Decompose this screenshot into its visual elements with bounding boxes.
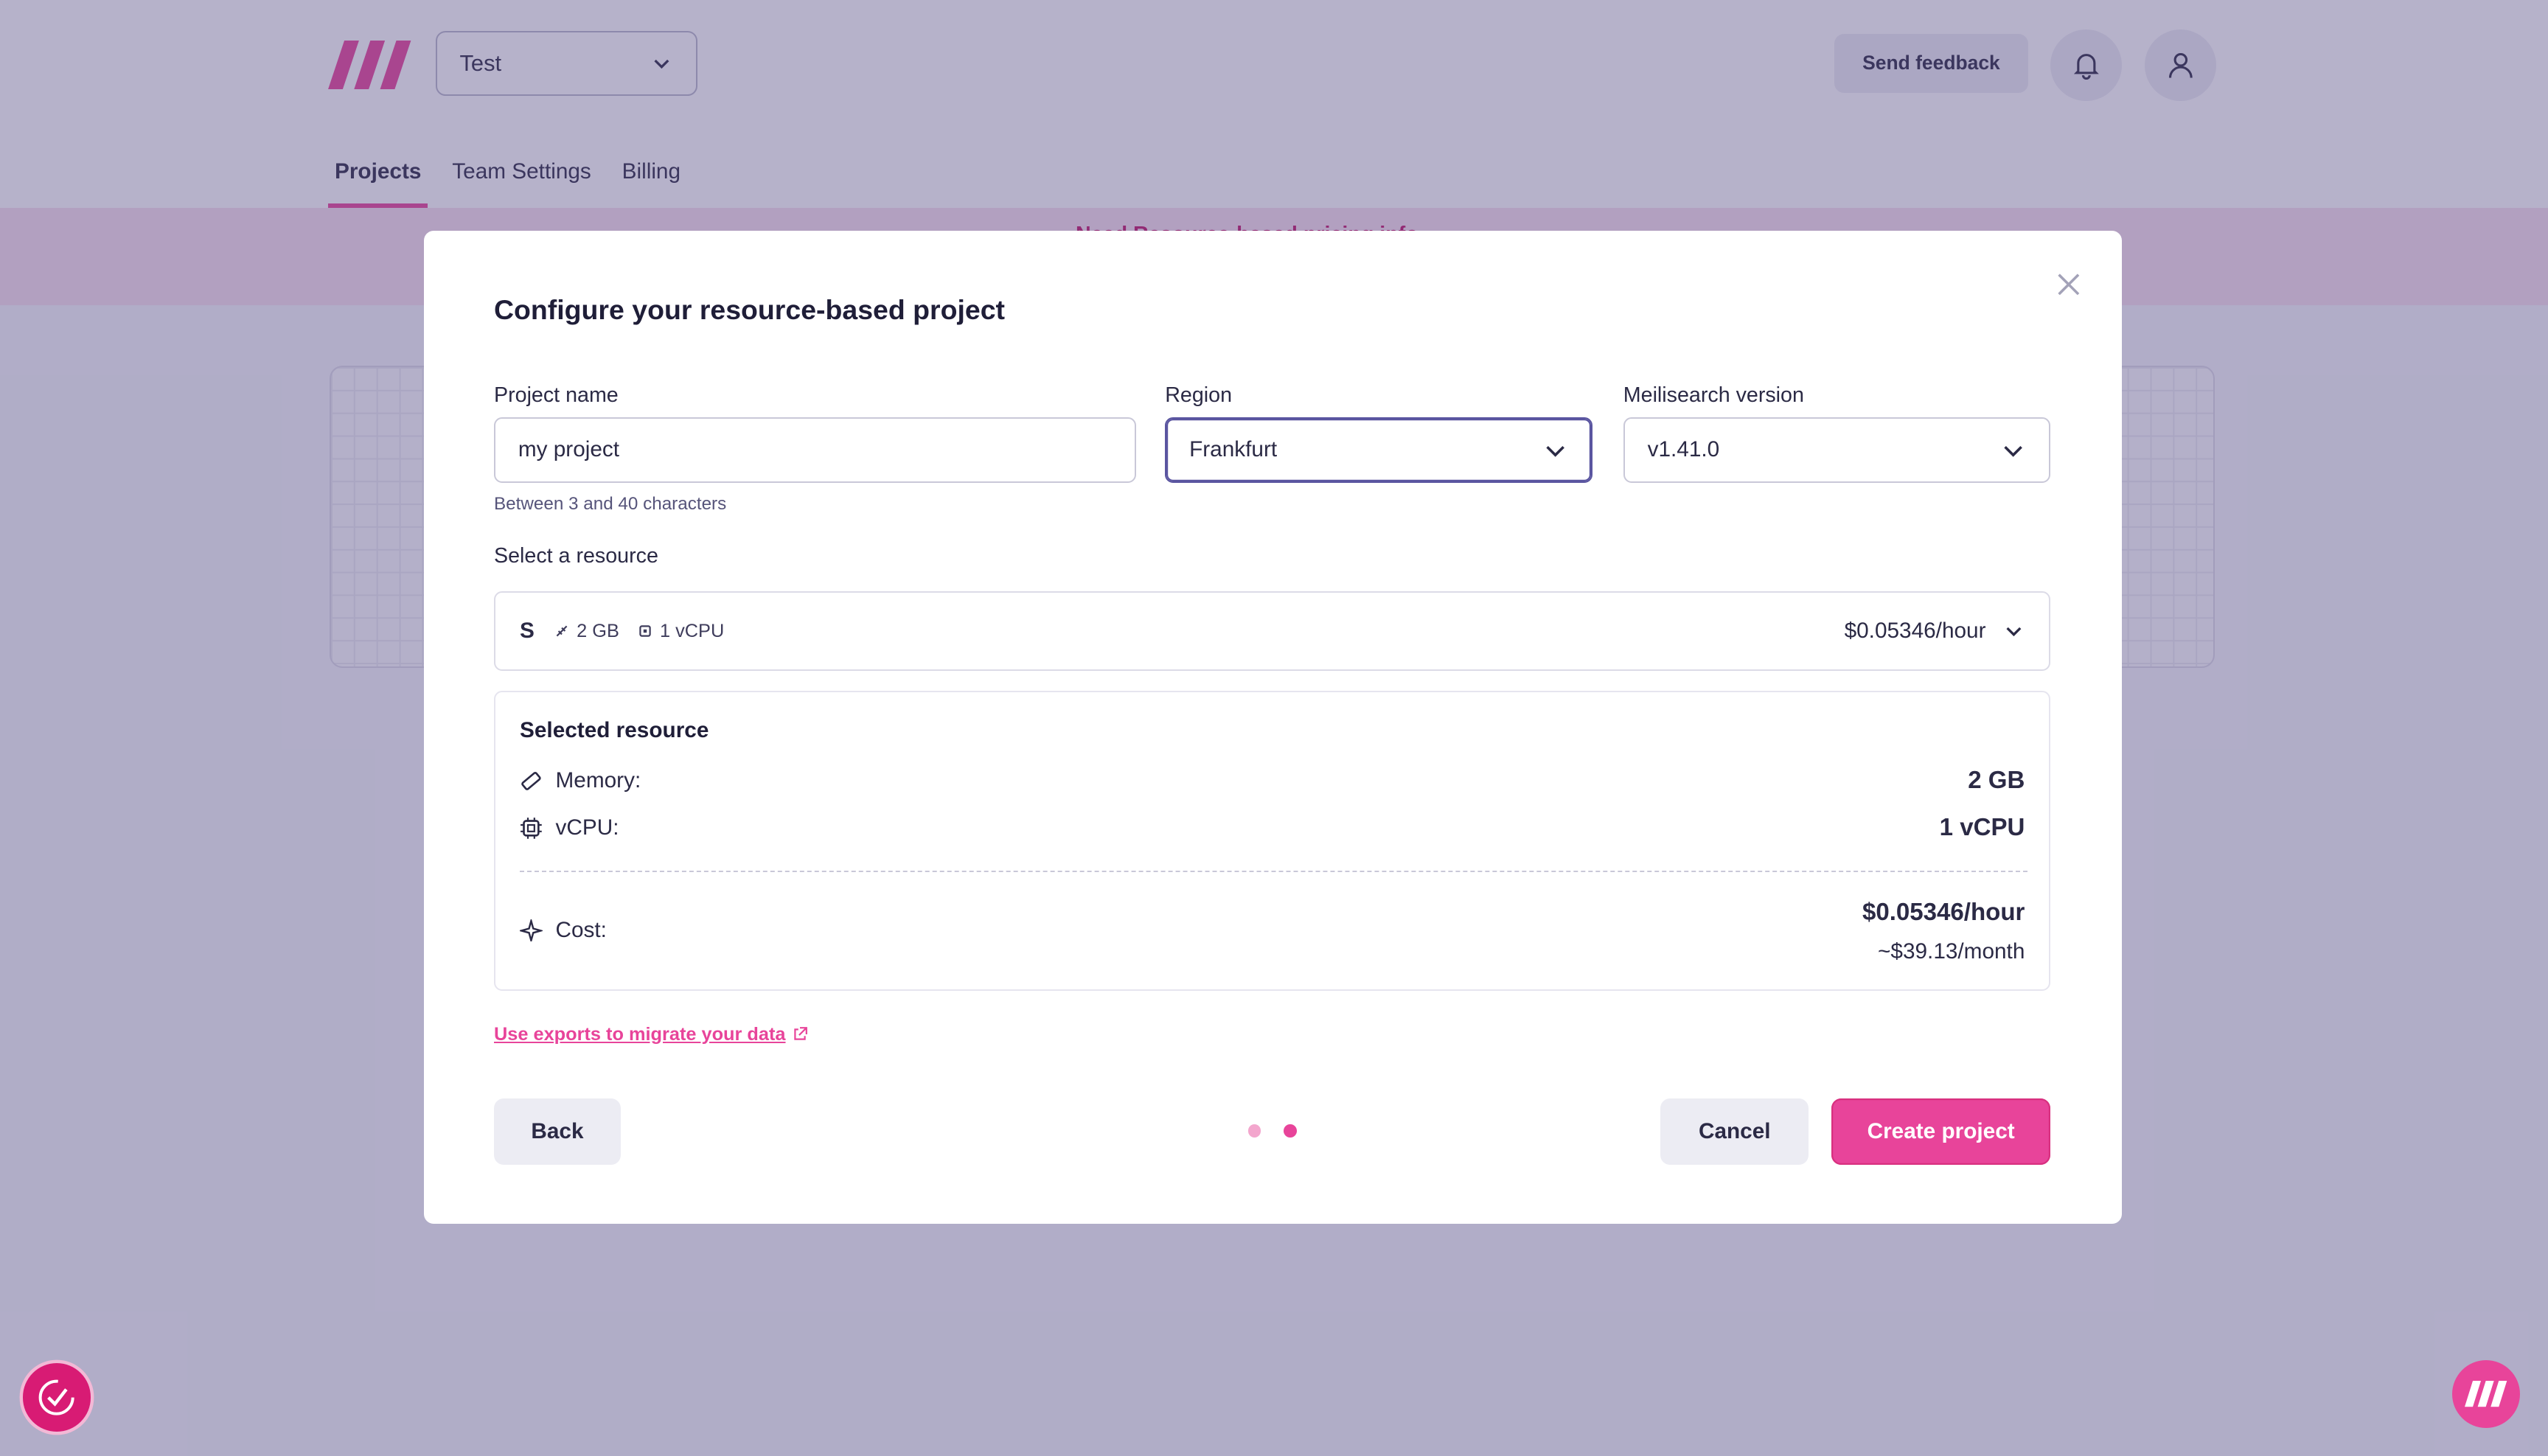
cost-hourly: $0.05346/hour [1862, 898, 2025, 926]
external-link-icon [794, 1027, 808, 1040]
export-migrate-link[interactable]: Use exports to migrate your data [494, 1024, 808, 1045]
cancel-button[interactable]: Cancel [1660, 1098, 1809, 1166]
sparkle-icon [520, 919, 543, 942]
resource-memory: 2 GB [577, 620, 619, 641]
chevron-down-icon [1546, 445, 1564, 457]
cost-monthly: ~$39.13/month [1878, 938, 2025, 964]
vcpu-label: vCPU: [555, 815, 619, 840]
project-name-input[interactable]: my project [494, 417, 1136, 483]
memory-icon [556, 625, 568, 637]
project-name-hint: Between 3 and 40 characters [494, 494, 727, 514]
selected-resource-summary: Selected resource Memory: 2 GB vCPU: 1 v… [494, 690, 2051, 992]
region-label: Region [1165, 383, 1233, 408]
resource-cpu-spec: 1 vCPU [637, 621, 724, 642]
cost-row: Cost: [520, 918, 607, 943]
create-project-button[interactable]: Create project [1831, 1098, 2051, 1166]
step-indicator-1 [1247, 1124, 1261, 1138]
memory-icon [521, 771, 541, 790]
region-value: Frankfurt [1189, 437, 1278, 462]
configure-project-modal: Configure your resource-based project Pr… [424, 230, 2123, 1224]
project-name-label: Project name [494, 383, 619, 408]
chevron-down-icon [2004, 445, 2023, 457]
resource-size: S [520, 619, 535, 644]
help-widget-button[interactable] [22, 1363, 91, 1432]
resource-price: $0.05346/hour [1844, 619, 1986, 644]
back-button[interactable]: Back [494, 1098, 621, 1166]
export-link-text: Use exports to migrate your data [494, 1023, 786, 1045]
chevron-down-icon [2005, 627, 2021, 636]
version-label: Meilisearch version [1623, 383, 1804, 408]
meilisearch-logo-icon [2465, 1381, 2507, 1407]
summary-divider [520, 871, 2028, 872]
support-chat-button[interactable] [2451, 1359, 2521, 1429]
step-indicator-2 [1284, 1124, 1297, 1138]
memory-value: 2 GB [1968, 767, 2025, 795]
memory-row: Memory: [520, 768, 641, 793]
region-select[interactable]: Frankfurt [1165, 417, 1592, 483]
vcpu-row: vCPU: [520, 815, 619, 840]
close-icon[interactable] [2054, 270, 2084, 299]
help-check-icon [39, 1379, 75, 1415]
cost-label: Cost: [555, 918, 607, 943]
version-select[interactable]: v1.41.0 [1623, 417, 2051, 483]
memory-label: Memory: [555, 768, 641, 793]
resource-vcpu: 1 vCPU [659, 620, 725, 641]
cpu-icon [639, 625, 651, 637]
modal-title: Configure your resource-based project [494, 293, 1006, 325]
resource-label: Select a resource [494, 544, 658, 568]
resource-memory-spec: 2 GB [554, 621, 619, 642]
version-value: v1.41.0 [1647, 437, 1720, 462]
summary-title: Selected resource [520, 717, 709, 742]
vcpu-value: 1 vCPU [1939, 813, 2025, 841]
resource-select[interactable]: S 2 GB 1 vCPU $0.05346/hour [494, 591, 2051, 672]
cpu-icon [521, 817, 542, 839]
project-name-value: my project [518, 437, 620, 462]
